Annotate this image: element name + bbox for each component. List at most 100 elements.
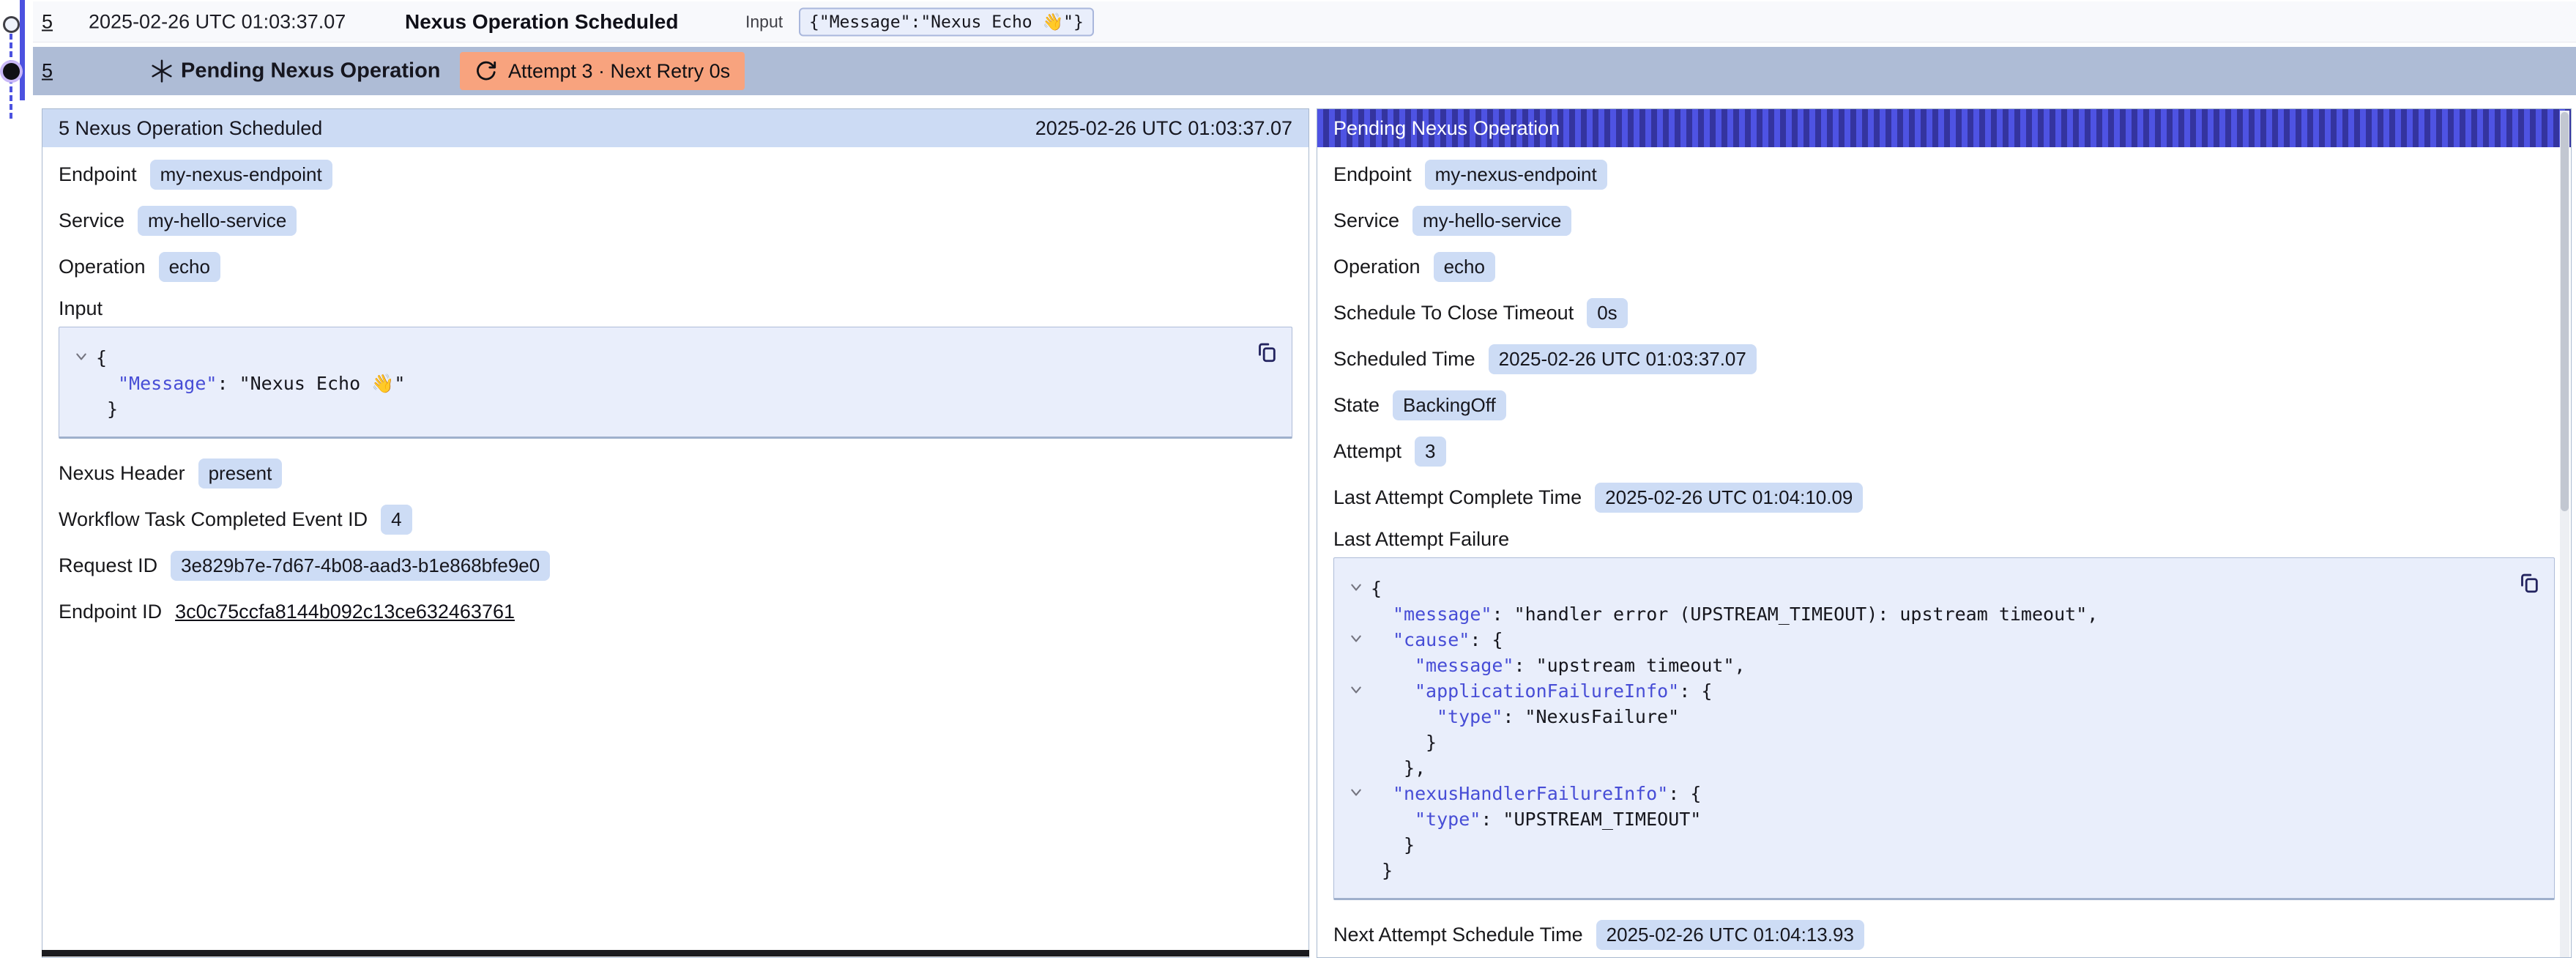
detail-row: Scheduled Time2025-02-26 UTC 01:03:37.07 — [1333, 336, 2555, 382]
event-id-link[interactable]: 5 — [42, 10, 53, 33]
collapse-chevron-icon[interactable] — [1350, 684, 1362, 696]
json-line: "cause": { — [1344, 627, 2495, 653]
field-value-badge: my-nexus-endpoint — [1425, 160, 1607, 190]
retry-badge-text: Attempt 3 · Next Retry 0s — [508, 60, 730, 83]
field-value-badge: my-hello-service — [1412, 206, 1571, 236]
pending-asterisk-icon — [149, 58, 175, 84]
input-json-lines: {"Message": "Nexus Echo 👋"} — [70, 345, 1233, 422]
field-label: Request ID — [59, 554, 157, 577]
field-label: Attempt — [1333, 440, 1401, 463]
field-label: Endpoint — [59, 163, 137, 186]
field-value-badge: my-hello-service — [138, 206, 297, 236]
detail-row: Endpoint my-nexus-endpoint — [1333, 152, 2555, 198]
pending-fields-bottom: Next Attempt Schedule Time 2025-02-26 UTC… — [1333, 912, 2555, 958]
detail-row: Endpoint my-nexus-endpoint — [59, 152, 1292, 198]
field-label: Operation — [59, 256, 146, 278]
field-value-badge: echo — [159, 252, 220, 282]
pending-card-title: Pending Nexus Operation — [1333, 117, 1560, 140]
json-line: } — [70, 396, 1233, 422]
field-value-badge: 3e829b7e-7d67-4b08-aad3-b1e868bfe9e0 — [171, 551, 550, 581]
field-label: Next Attempt Schedule Time — [1333, 924, 1583, 946]
json-line: { — [1344, 576, 2495, 601]
field-value-badge: 2025-02-26 UTC 01:04:10.09 — [1595, 483, 1863, 513]
json-line: } — [1344, 832, 2495, 858]
retry-icon — [474, 59, 498, 83]
json-line: "type": "UPSTREAM_TIMEOUT" — [1344, 806, 2495, 832]
event-input-label: Input — [745, 12, 783, 31]
event-timestamp: 2025-02-26 UTC 01:03:37.07 — [89, 10, 346, 33]
collapse-chevron-icon[interactable] — [1350, 582, 1362, 593]
detail-row: Next Attempt Schedule Time 2025-02-26 UTC… — [1333, 912, 2555, 958]
field-label: Schedule To Close Timeout — [1333, 302, 1574, 324]
failure-block-label: Last Attempt Failure — [1333, 521, 2555, 557]
timeline-node-open-icon[interactable] — [3, 16, 20, 33]
pending-operation-row[interactable]: 5 Pending Nexus Operation Attempt 3 · Ne… — [33, 47, 2576, 95]
json-line: { — [70, 345, 1233, 371]
json-line: "nexusHandlerFailureInfo": { — [1344, 781, 2495, 806]
input-json-viewer: {"Message": "Nexus Echo 👋"} — [59, 327, 1292, 439]
collapse-chevron-icon[interactable] — [1350, 787, 1362, 798]
pending-operation-card: Pending Nexus Operation Endpoint my-nexus… — [1317, 108, 2572, 958]
copy-icon[interactable] — [1254, 339, 1278, 364]
field-value-badge: my-nexus-endpoint — [150, 160, 332, 190]
field-value-badge: 2025-02-26 UTC 01:03:37.07 — [1489, 344, 1757, 374]
pending-card-header: Pending Nexus Operation — [1317, 109, 2571, 147]
event-detail-time: 2025-02-26 UTC 01:03:37.07 — [1035, 117, 1292, 140]
detail-row: Workflow Task Completed Event ID 4 — [59, 497, 1292, 543]
field-value-badge: 0s — [1587, 298, 1627, 328]
field-label: State — [1333, 394, 1380, 417]
field-value-badge: 3 — [1415, 437, 1445, 467]
json-line: "Message": "Nexus Echo 👋" — [70, 371, 1233, 396]
collapse-chevron-icon[interactable] — [75, 351, 87, 363]
field-label: Endpoint — [1333, 163, 1412, 186]
detail-row: Nexus Header present — [59, 450, 1292, 497]
event-input-preview-chip[interactable]: {"Message":"Nexus Echo 👋"} — [799, 7, 1094, 36]
failure-json-lines: {"message": "handler error (UPSTREAM_TIM… — [1344, 576, 2495, 883]
card-scrollbar[interactable] — [2560, 111, 2569, 957]
event-detail-header: 5 Nexus Operation Scheduled 2025-02-26 U… — [42, 109, 1309, 147]
detail-row: Attempt 3 — [1333, 428, 2555, 475]
event-detail-card: 5 Nexus Operation Scheduled 2025-02-26 U… — [42, 108, 1309, 958]
json-line: "applicationFailureInfo": { — [1344, 678, 2495, 704]
field-value-badge: 2025-02-26 UTC 01:04:13.93 — [1596, 920, 1864, 950]
next-section-edge — [42, 950, 1309, 957]
detail-row: Service my-hello-service — [59, 198, 1292, 244]
detail-row: Request ID 3e829b7e-7d67-4b08-aad3-b1e868… — [59, 543, 1292, 589]
json-line: "message": "handler error (UPSTREAM_TIME… — [1344, 601, 2495, 627]
pending-title: Pending Nexus Operation — [181, 59, 441, 83]
json-line: "type": "NexusFailure" — [1344, 704, 2495, 729]
scrollbar-thumb[interactable] — [2561, 112, 2569, 511]
detail-fields-bottom: Nexus Header present Workflow Task Complet… — [59, 450, 1292, 635]
timeline-node-current-icon[interactable] — [3, 63, 20, 80]
detail-fields-top: Endpoint my-nexus-endpoint Service my-hello… — [59, 152, 1292, 290]
detail-row: Operation echo — [1333, 244, 2555, 290]
input-block-label: Input — [59, 290, 1292, 327]
field-value-link[interactable]: 3c0c75ccfa8144b092c13ce632463761 — [175, 601, 515, 623]
retry-status-badge: Attempt 3 · Next Retry 0s — [460, 52, 745, 90]
detail-row: Schedule To Close Timeout 0s — [1333, 290, 2555, 336]
copy-icon[interactable] — [2516, 570, 2541, 595]
field-value-badge: echo — [1434, 252, 1495, 282]
json-line: } — [1344, 858, 2495, 883]
field-label: Workflow Task Completed Event ID — [59, 508, 368, 531]
field-label: Nexus Header — [59, 462, 185, 485]
field-label: Endpoint ID — [59, 601, 162, 623]
detail-row: Endpoint ID 3c0c75ccfa8144b092c13ce632463… — [59, 589, 1292, 635]
timeline-active-bar — [20, 0, 25, 100]
pending-fields: Endpoint my-nexus-endpoint Service my-hello… — [1333, 152, 2555, 521]
field-label: Service — [59, 209, 124, 232]
detail-row: Operation echo — [59, 244, 1292, 290]
collapse-chevron-icon[interactable] — [1350, 633, 1362, 645]
field-value-badge: present — [198, 458, 283, 489]
event-title: Nexus Operation Scheduled — [405, 10, 678, 34]
failure-json-viewer: {"message": "handler error (UPSTREAM_TIM… — [1333, 557, 2555, 900]
event-detail-title: 5 Nexus Operation Scheduled — [59, 117, 322, 140]
event-history-row[interactable]: 5 2025-02-26 UTC 01:03:37.07 Nexus Opera… — [33, 1, 2576, 42]
json-line: }, — [1344, 755, 2495, 781]
detail-row: Service my-hello-service — [1333, 198, 2555, 244]
field-label: Service — [1333, 209, 1399, 232]
pending-id-link[interactable]: 5 — [42, 60, 53, 83]
field-value-badge: BackingOff — [1393, 390, 1506, 420]
field-label: Operation — [1333, 256, 1421, 278]
field-value-badge: 4 — [381, 505, 412, 535]
